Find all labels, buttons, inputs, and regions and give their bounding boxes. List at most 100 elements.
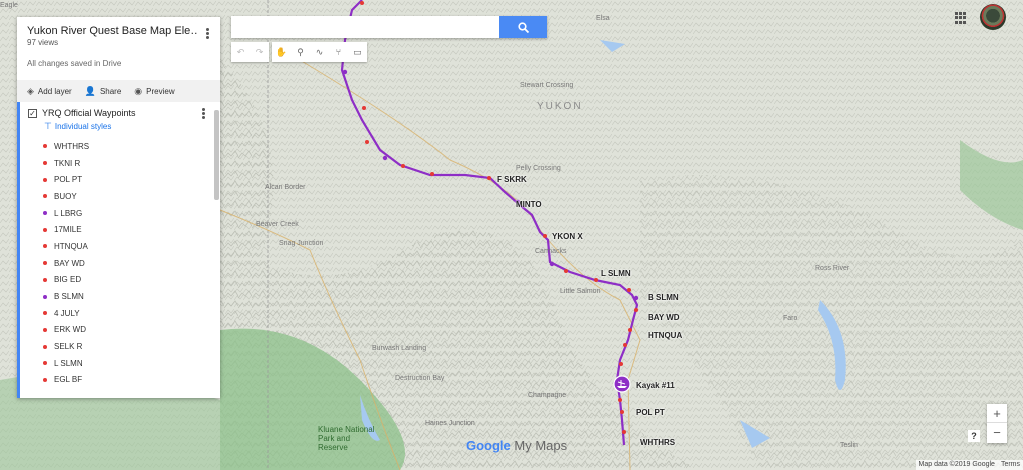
panel-scrollbar[interactable] <box>214 110 219 200</box>
list-item[interactable]: TKNI R <box>43 155 220 172</box>
list-item[interactable]: EGL BF <box>43 372 220 389</box>
terms-link[interactable]: Terms <box>1001 461 1020 469</box>
zoom-control: + − <box>987 404 1007 443</box>
waypoint-label[interactable]: L SLMN <box>601 269 631 278</box>
region-label: YUKON <box>537 101 583 112</box>
map-toolbar: ↶ ↷ ✋ ⚲ ∿ ⑂ ▭ <box>231 42 367 62</box>
preview-label: Preview <box>146 86 175 96</box>
list-item[interactable]: L SLMN <box>43 355 220 372</box>
individual-styles-link[interactable]: ⊤ Individual styles <box>20 118 220 132</box>
add-person-icon: 👤 <box>84 85 96 96</box>
waypoint-label[interactable]: F SKRK <box>497 175 527 184</box>
place-label: Eagle <box>0 2 18 9</box>
list-item[interactable]: L LBRG <box>43 205 220 222</box>
map-options-button[interactable] <box>202 27 212 41</box>
waypoint-label: TKNI R <box>54 158 81 168</box>
list-item[interactable]: HTNQUA <box>43 238 220 255</box>
measure-button[interactable]: ▭ <box>348 42 367 62</box>
zoom-in-button[interactable]: + <box>987 404 1007 423</box>
waypoint-label: BUOY <box>54 191 77 201</box>
list-item[interactable]: BAY WD <box>43 255 220 272</box>
list-item[interactable]: BIG ED <box>43 272 220 289</box>
layer-options-button[interactable] <box>198 107 208 121</box>
waypoint-dot-icon <box>43 311 47 316</box>
undo-icon: ↶ <box>236 46 245 57</box>
redo-button[interactable]: ↷ <box>250 42 269 62</box>
google-wordmark: Google <box>466 438 511 453</box>
map-data-credit: Map data ©2019 Google <box>918 461 995 468</box>
place-label: Elsa <box>596 15 610 22</box>
line-icon: ∿ <box>315 46 324 57</box>
avatar[interactable] <box>980 4 1006 30</box>
waypoint-label: B SLMN <box>54 292 84 302</box>
list-item[interactable]: B SLMN <box>43 288 220 305</box>
waypoint-label[interactable]: WHTHRS <box>640 438 675 447</box>
waypoint-dot-icon <box>43 327 47 332</box>
select-items-button[interactable]: ✋ <box>272 42 291 62</box>
layer-name[interactable]: YRQ Official Waypoints <box>42 108 136 118</box>
waypoint-label[interactable]: B SLMN <box>648 293 679 302</box>
place-label: Destruction Bay <box>395 375 445 382</box>
search-icon <box>517 21 529 33</box>
place-label: Faro <box>783 315 798 322</box>
add-marker-button[interactable]: ⚲ <box>291 42 310 62</box>
waypoint-label[interactable]: POL PT <box>636 408 665 417</box>
undo-button[interactable]: ↶ <box>231 42 250 62</box>
list-item[interactable]: SELK R <box>43 338 220 355</box>
list-item[interactable]: ERK WD <box>43 322 220 339</box>
place-label: Champagne <box>528 392 567 399</box>
attribution-bar: Map data ©2019 Google Terms <box>915 460 1023 470</box>
hand-icon: ✋ <box>275 46 288 57</box>
help-button[interactable]: ? <box>968 430 980 442</box>
directions-icon: ⑂ <box>335 47 342 57</box>
search-input[interactable] <box>231 16 499 38</box>
waypoint-dot-icon <box>43 177 47 182</box>
add-layer-button[interactable]: ◈ Add layer <box>27 85 72 96</box>
map-title[interactable]: Yukon River Quest Base Map Ele… <box>27 25 197 37</box>
waypoint-dot-icon <box>43 161 47 166</box>
place-label: Carmacks <box>535 248 567 255</box>
list-item[interactable]: WHTHRS <box>43 138 220 155</box>
google-my-maps-logo: Google My Maps <box>466 438 567 453</box>
list-item[interactable]: BUOY <box>43 188 220 205</box>
draw-line-button[interactable]: ∿ <box>310 42 329 62</box>
kayak-marker <box>613 375 631 393</box>
share-button[interactable]: 👤 Share <box>84 85 122 96</box>
waypoint-label[interactable]: BAY WD <box>648 313 680 322</box>
waypoint-label: SELK R <box>54 342 83 352</box>
waypoint-label: BAY WD <box>54 258 85 268</box>
place-label: Teslin <box>840 442 858 449</box>
waypoint-label: POL PT <box>54 175 83 185</box>
search-box <box>231 16 547 38</box>
redo-icon: ↷ <box>255 46 264 57</box>
waypoint-label: EGL BF <box>54 375 83 385</box>
share-label: Share <box>99 86 122 96</box>
zoom-out-button[interactable]: − <box>987 423 1007 442</box>
place-label: Ross River <box>815 265 850 272</box>
search-button[interactable] <box>499 16 547 38</box>
layers-icon: ◈ <box>27 85 34 96</box>
layer-visibility-checkbox[interactable]: ✓ <box>28 108 37 118</box>
marker-icon: ⚲ <box>297 46 304 57</box>
waypoint-dot-icon <box>43 294 47 299</box>
waypoint-dot-icon <box>43 144 47 149</box>
preview-button[interactable]: ◉ Preview <box>134 86 175 96</box>
list-item[interactable]: 4 JULY <box>43 305 220 322</box>
directions-button[interactable]: ⑂ <box>329 42 348 62</box>
waypoint-label[interactable]: MINTO <box>516 200 542 209</box>
waypoint-dot-icon <box>43 244 47 249</box>
waypoint-dot-icon <box>43 377 47 382</box>
waypoint-dot-icon <box>43 277 47 282</box>
waypoint-label[interactable]: YKON X <box>552 232 583 241</box>
waypoint-dot-icon <box>43 194 47 199</box>
list-item[interactable]: POL PT <box>43 171 220 188</box>
list-item[interactable]: 17MILE <box>43 221 220 238</box>
place-label: Snag Junction <box>279 240 324 247</box>
place-label: Stewart Crossing <box>520 82 574 89</box>
place-label: Pelly Crossing <box>516 165 561 172</box>
park-label: Kluane National Park and Reserve <box>318 425 375 452</box>
apps-grid-icon[interactable] <box>955 12 967 24</box>
waypoint-label[interactable]: Kayak #11 <box>636 381 675 390</box>
waypoint-list: WHTHRS TKNI R POL PT BUOY L LBRG 17MILE HTNQUA… <box>20 138 220 388</box>
waypoint-label[interactable]: HTNQUA <box>648 331 682 340</box>
